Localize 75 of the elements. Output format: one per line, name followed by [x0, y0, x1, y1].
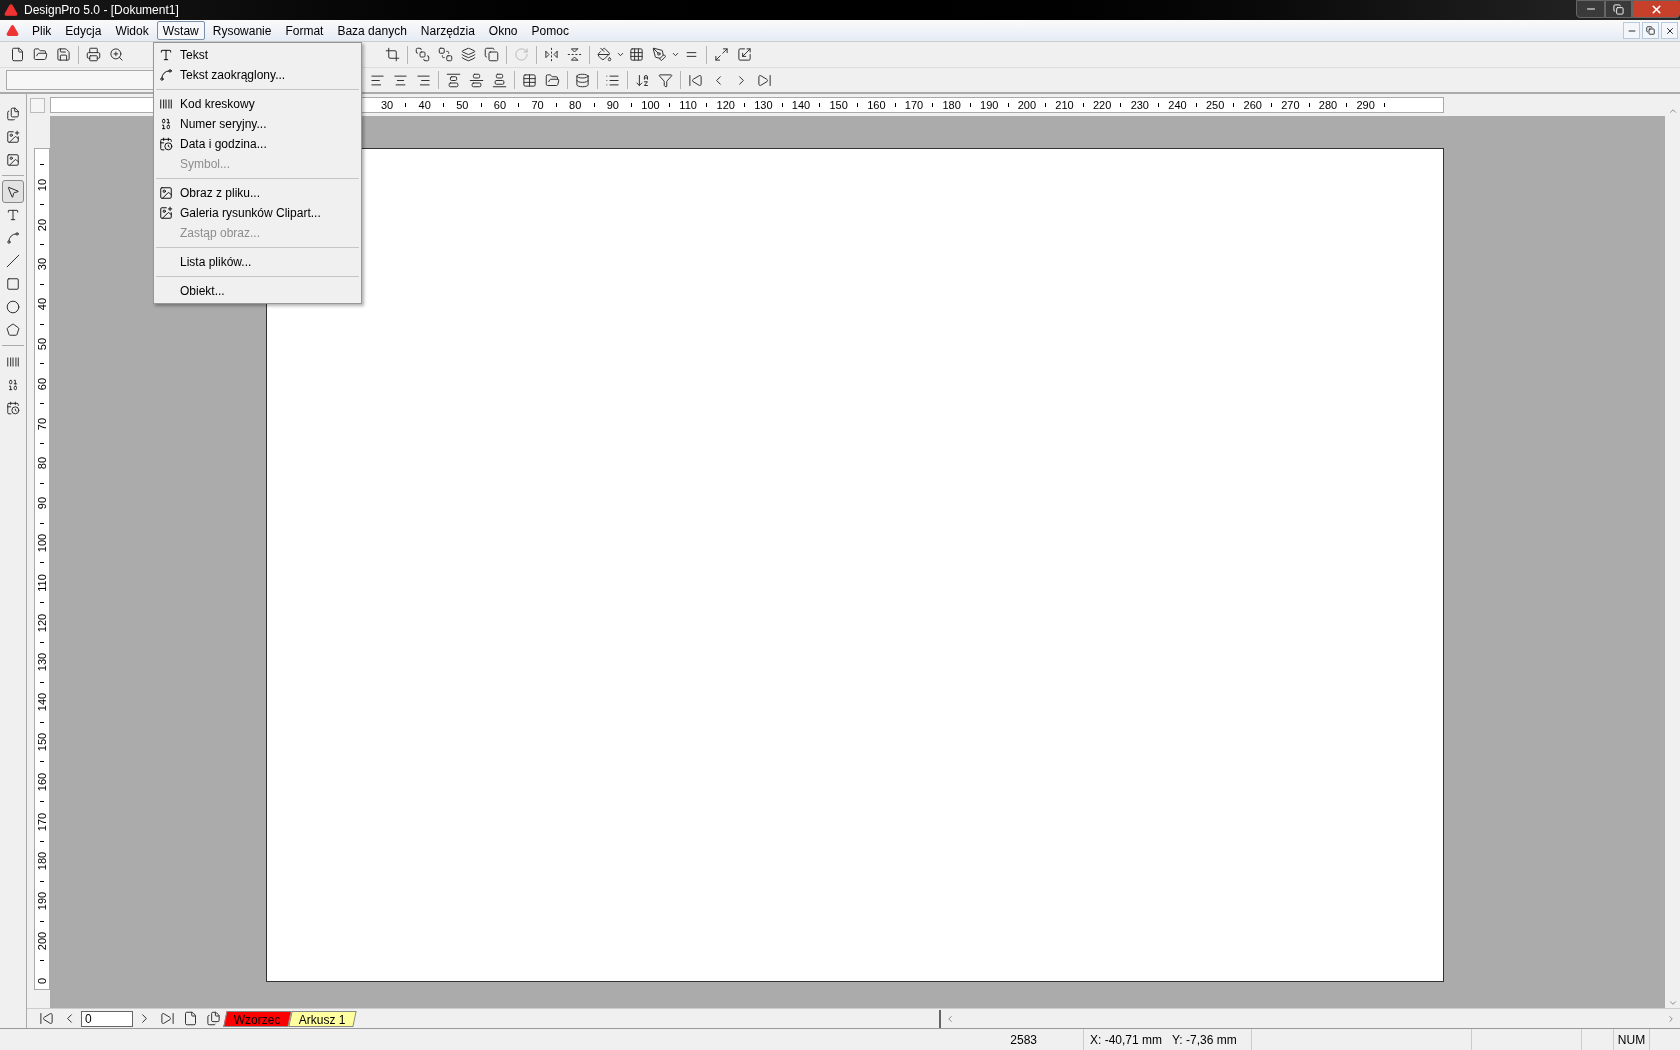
ruler-label: 60 — [34, 376, 49, 391]
ruler-label: 180 — [941, 99, 962, 111]
menu-entry[interactable]: Kod kreskowy — [154, 94, 361, 114]
menu-entry[interactable]: Tekst — [154, 45, 361, 65]
ruler-label: 10 — [34, 177, 49, 192]
ruler-label: 170 — [34, 814, 49, 829]
ruler-label: 240 — [1167, 99, 1188, 111]
menu-item[interactable]: Edycja — [59, 21, 108, 40]
menu-entry[interactable]: Obiekt... — [154, 281, 361, 301]
menu-entry[interactable]: Data i godzina... — [154, 134, 361, 154]
menu-entry[interactable]: Tekst zaokrąglony... — [154, 65, 361, 85]
menu-item[interactable]: Baza danych — [331, 21, 413, 40]
ruler-label: 190 — [979, 99, 1000, 111]
ruler-label: 210 — [1054, 99, 1075, 111]
ruler-label: 80 — [568, 99, 583, 111]
menu-entry[interactable]: Obraz z pliku... — [154, 183, 361, 203]
ruler-label: 160 — [866, 99, 887, 111]
sheet-tab[interactable]: Wzorzec — [223, 1010, 292, 1027]
ruler-label: 170 — [903, 99, 925, 111]
ruler-label: 110 — [678, 99, 698, 111]
ruler-label: 150 — [34, 734, 49, 749]
page-field[interactable]: 0 — [81, 1010, 133, 1027]
ruler-label: 30 — [34, 257, 49, 272]
ruler-label: 80 — [34, 456, 49, 471]
ruler-label: 90 — [605, 99, 620, 111]
ruler-label: 60 — [492, 99, 508, 111]
ruler-label: 100 — [34, 535, 49, 550]
menu-entry[interactable]: Numer seryjny... — [154, 114, 361, 134]
ruler-label: 50 — [455, 99, 470, 111]
menu-item[interactable]: Format — [279, 21, 330, 40]
ruler-label: 40 — [417, 99, 432, 111]
ruler-label: 280 — [1317, 99, 1339, 111]
ruler-label: 130 — [753, 99, 774, 111]
ruler-label: 290 — [1355, 99, 1376, 111]
menu-item[interactable]: Pomoc — [525, 21, 575, 40]
ruler-label: 190 — [34, 894, 49, 909]
menu-item[interactable]: Wstaw — [156, 21, 205, 40]
ruler-label: 220 — [1092, 99, 1113, 111]
menu-item[interactable]: Widok — [109, 21, 155, 40]
ruler-label: 0 — [34, 976, 49, 986]
status-count: 2583 — [1010, 1031, 1037, 1049]
ruler-label: 160 — [34, 774, 49, 789]
ruler-label: 120 — [715, 99, 736, 111]
ruler-label: 110 — [34, 575, 49, 590]
ruler-label: 260 — [1242, 99, 1263, 111]
ruler-label: 90 — [34, 496, 49, 511]
ruler-label: 70 — [530, 99, 545, 111]
ruler-label: 200 — [34, 933, 49, 948]
status-y-coordinate: Y: -7,36 mm — [1172, 1031, 1237, 1049]
ruler-label: 30 — [379, 99, 395, 111]
menu-entry[interactable]: Lista plików... — [154, 252, 361, 272]
ruler-label: 230 — [1129, 99, 1150, 111]
ruler-label: 180 — [34, 854, 49, 869]
status-x-coordinate: X: -40,71 mm — [1090, 1031, 1163, 1049]
window-title: DesignPro 5.0 - [Dokument1] — [24, 2, 179, 19]
menu-item[interactable]: Plik — [26, 21, 58, 40]
ruler-label: 70 — [34, 416, 49, 431]
ruler-label: 50 — [34, 337, 49, 351]
status-num-lock: NUM — [1617, 1031, 1646, 1049]
ruler-label: 120 — [34, 615, 49, 630]
ruler-label: 140 — [790, 99, 812, 111]
sheet-tab[interactable]: Arkusz 1 — [287, 1010, 357, 1027]
ruler-label: 150 — [828, 99, 849, 111]
ruler-label: 200 — [1016, 99, 1038, 111]
ruler-label: 140 — [34, 695, 49, 710]
ruler-label: 40 — [34, 297, 49, 312]
menu-item[interactable]: Okno — [482, 21, 524, 40]
menu-entry[interactable]: Galeria rysunków Clipart... — [154, 203, 361, 223]
menu-item[interactable]: Narzędzia — [414, 21, 481, 40]
ruler-label: 100 — [640, 99, 661, 111]
ruler-label: 20 — [34, 217, 49, 232]
ruler-label: 270 — [1280, 99, 1301, 111]
ruler-label: 130 — [34, 655, 49, 670]
ruler-label: 250 — [1204, 99, 1226, 111]
menu-item[interactable]: Rysowanie — [206, 21, 278, 40]
